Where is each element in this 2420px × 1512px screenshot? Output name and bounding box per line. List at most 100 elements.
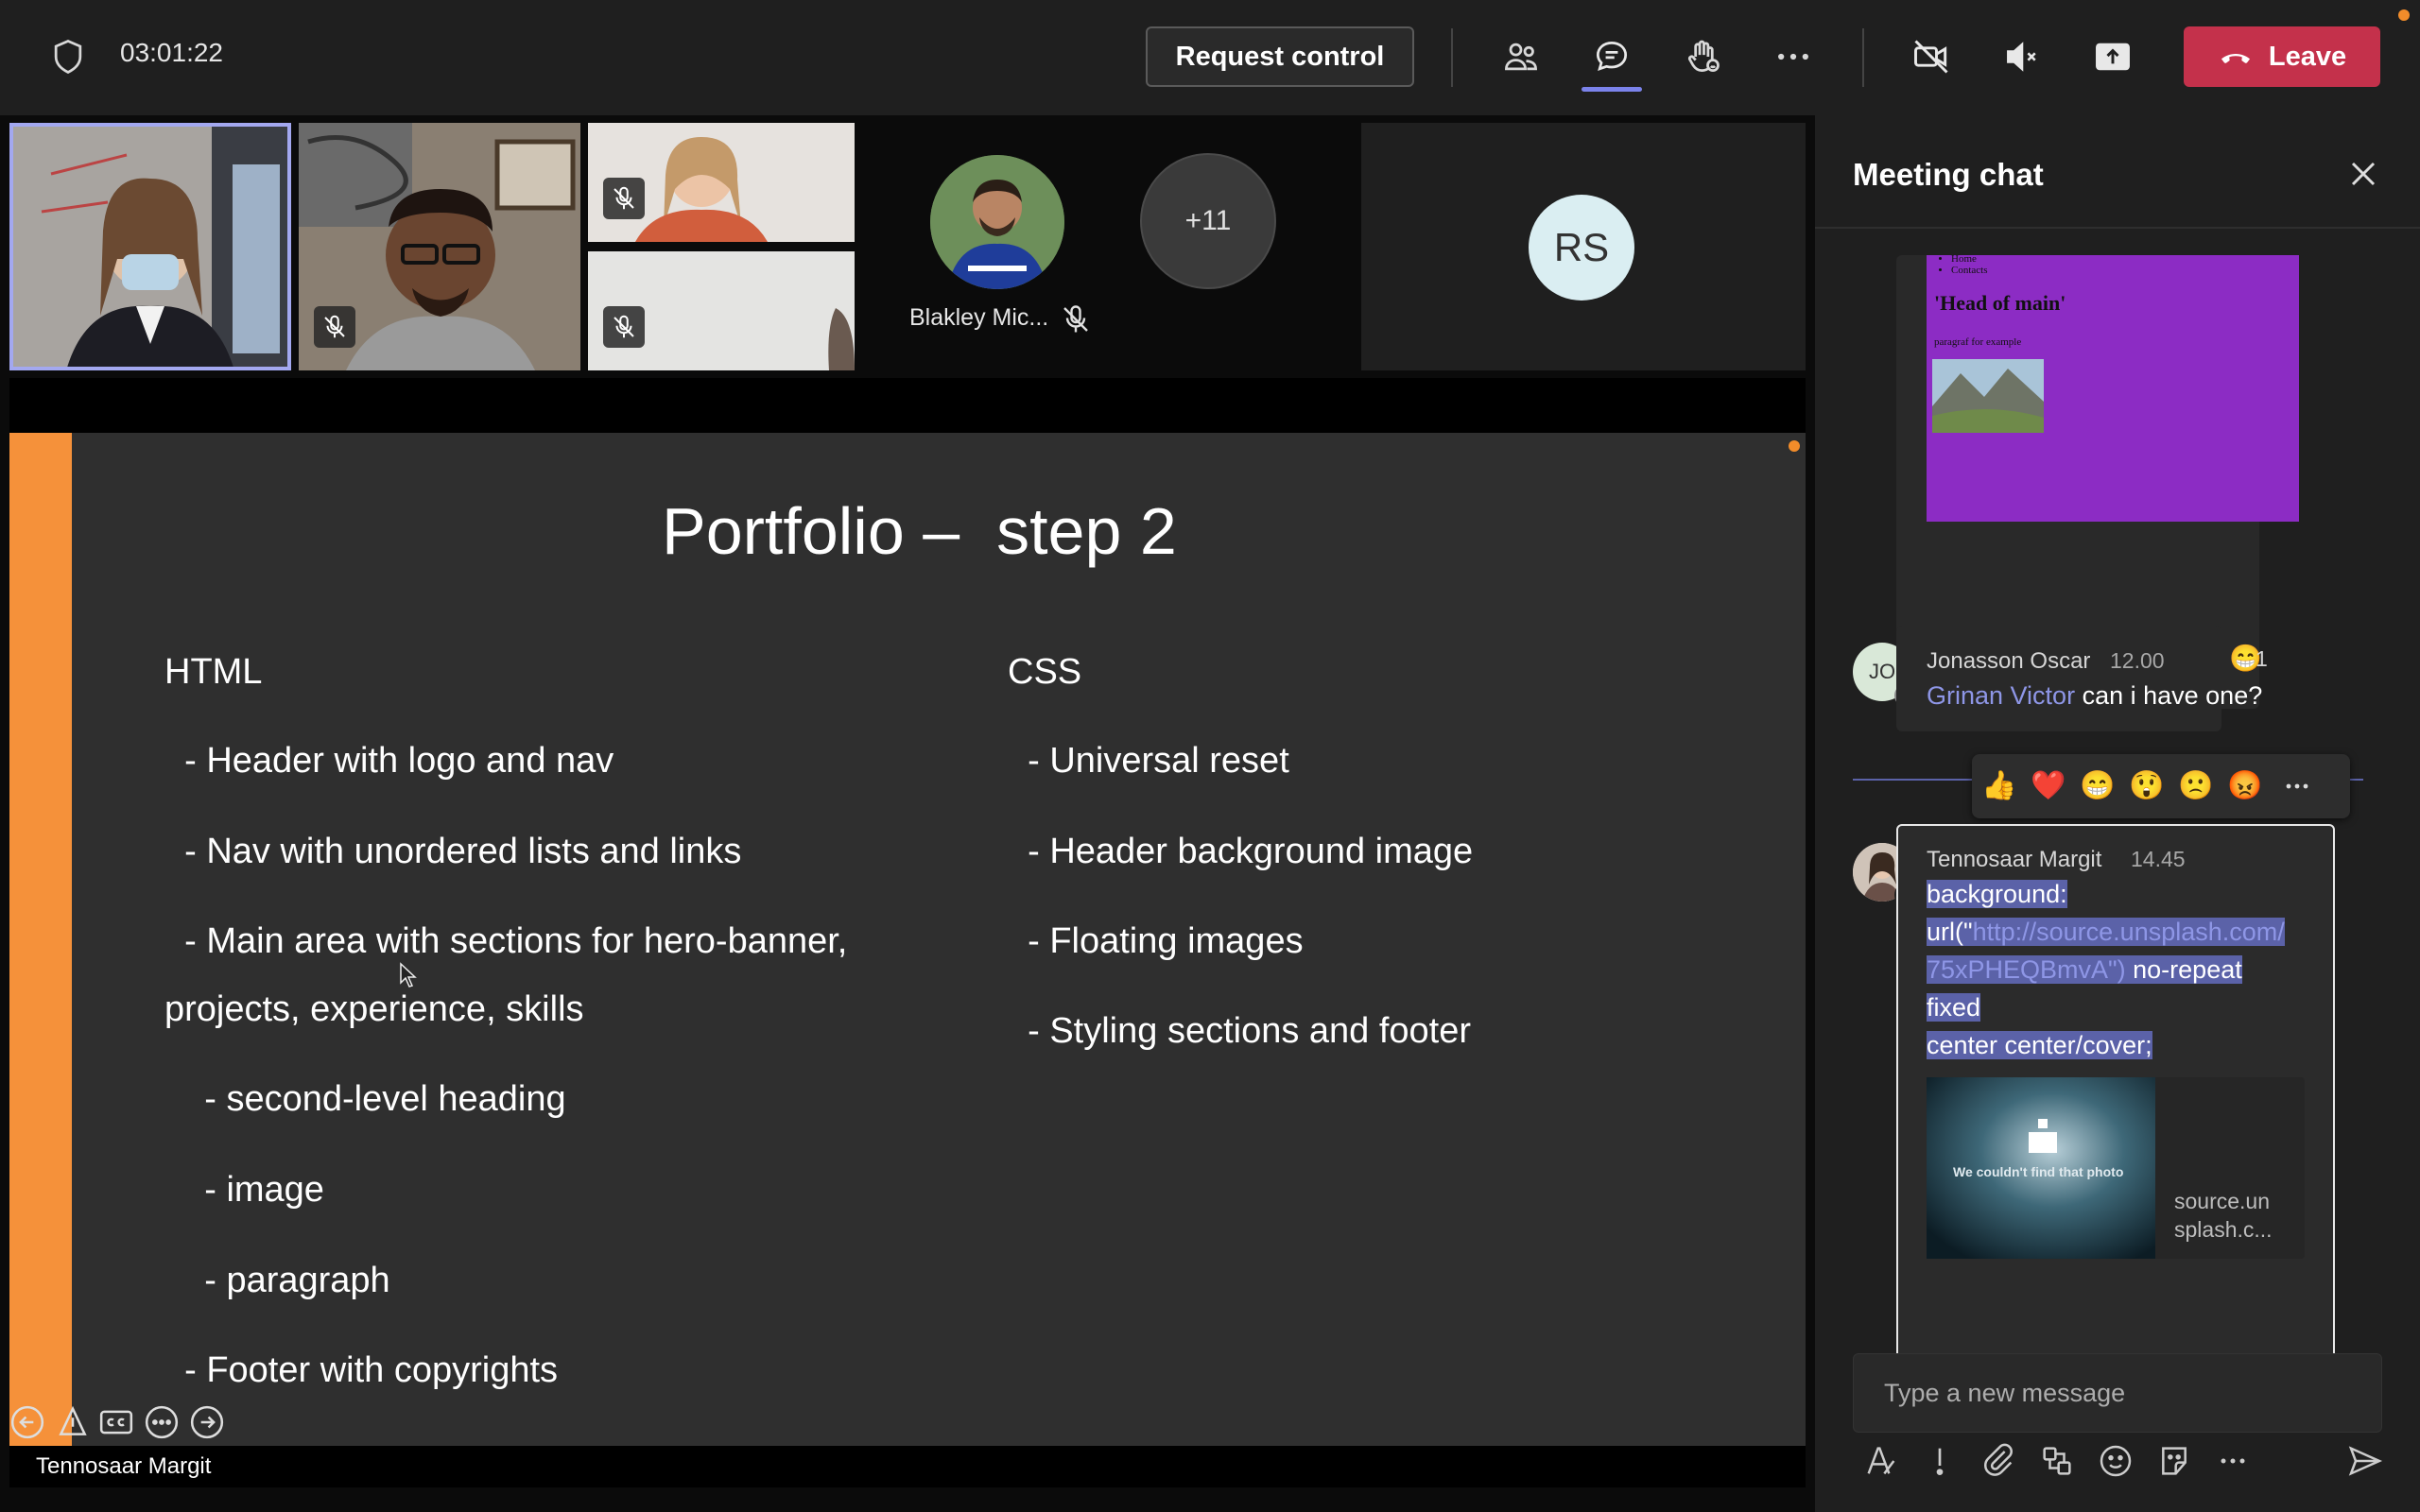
laser-pointer-icon[interactable]	[55, 1404, 91, 1440]
slide-more-icon[interactable]	[144, 1404, 180, 1440]
html-item: - Footer with copyrights	[164, 1350, 559, 1390]
reaction-picker: 👍 ❤️ 😁 😲 🙁 😡	[1972, 754, 2350, 818]
css-heading: CSS	[1008, 652, 1082, 692]
important-icon[interactable]	[1921, 1442, 1962, 1484]
message-text: can i have one?	[2075, 681, 2263, 710]
notification-dot	[2398, 9, 2410, 21]
close-icon[interactable]	[2342, 153, 2384, 195]
phone-hangup-icon	[2221, 54, 2250, 63]
loop-component-icon[interactable]	[2038, 1442, 2080, 1484]
attach-icon[interactable]	[1979, 1442, 2021, 1484]
sad-reaction-icon[interactable]: 🙁	[2178, 769, 2214, 802]
css-item: - Header background image	[1008, 832, 1474, 871]
emoji-icon[interactable]	[2097, 1442, 2138, 1484]
url-link[interactable]: http://source.unsplash.com/	[1973, 918, 2285, 946]
sticker-icon[interactable]	[2155, 1442, 2197, 1484]
more-participants-button[interactable]: +11	[1140, 153, 1276, 289]
participant-video-tile[interactable]	[588, 251, 855, 370]
link-domain: source.un splash.c...	[2174, 1187, 2273, 1244]
participant-video	[13, 127, 287, 367]
participant-avatar-rs: RS	[1529, 195, 1634, 301]
more-reactions-icon[interactable]	[2280, 769, 2316, 803]
message-time: 12.00	[2110, 648, 2165, 673]
message-text: center center/cover;	[1927, 1031, 2152, 1059]
chat-active-indicator	[1582, 87, 1642, 92]
preview-paragraph: paragraf for example	[1934, 336, 2022, 348]
message-author: Jonasson Oscar	[1927, 648, 2091, 674]
format-icon[interactable]	[1862, 1442, 1904, 1484]
preview-nav-item: Home	[1951, 253, 1988, 265]
presenter-name: Tennosaar Margit	[36, 1453, 212, 1479]
html-item: - Nav with unordered lists and links	[164, 832, 742, 871]
message-text: fixed	[1927, 993, 1981, 1022]
stage-letterbox	[9, 378, 1806, 433]
slide-accent-bar	[9, 433, 72, 1446]
css-item: - Styling sections and footer	[1008, 1011, 1472, 1051]
more-options-icon[interactable]	[2214, 1442, 2256, 1484]
message-time: 14.45	[2131, 847, 2186, 871]
next-slide-icon[interactable]	[189, 1404, 225, 1440]
message-body: Grinan Victor can i have one?	[1927, 677, 2262, 714]
shared-slide: Portfolio – step 2 HTML - Header with lo…	[9, 433, 1806, 1446]
reaction-count: 1	[2256, 646, 2268, 671]
camera-off-icon[interactable]	[1907, 32, 1956, 81]
link-domain-text: source.un	[2174, 1189, 2271, 1213]
participant-video-tile[interactable]	[299, 123, 580, 370]
heart-reaction-icon[interactable]: ❤️	[2031, 769, 2066, 802]
meeting-toolbar: 03:01:22 Request control Leave	[0, 0, 2420, 115]
message-author: Tennosaar Margit	[1927, 847, 2102, 872]
leave-button[interactable]: Leave	[2184, 26, 2380, 87]
meeting-chat-panel: Meeting chat Home Contacts 'Head of main…	[1815, 115, 2420, 1512]
mic-off-icon	[1059, 302, 1093, 336]
css-item: - Floating images	[1008, 921, 1304, 961]
html-item: - image	[164, 1170, 324, 1210]
slide-title: Portfolio – step 2	[662, 494, 1177, 568]
request-control-button[interactable]: Request control	[1146, 26, 1414, 87]
webpage-preview-image: Home Contacts 'Head of main' paragraf fo…	[1927, 253, 2299, 522]
preview-landscape-image	[1932, 359, 2044, 433]
share-screen-icon[interactable]	[2088, 32, 2137, 81]
html-heading: HTML	[164, 652, 263, 692]
link-preview-image: We couldn't find that photo	[1927, 1077, 2155, 1259]
participants-icon[interactable]	[1496, 32, 1546, 81]
speaker-muted-icon[interactable]	[1997, 32, 2047, 81]
chat-icon[interactable]	[1587, 32, 1636, 81]
link-domain-text: splash.c...	[2174, 1217, 2273, 1242]
send-icon[interactable]	[2346, 1442, 2388, 1484]
surprised-reaction-icon[interactable]: 😲	[2129, 769, 2165, 802]
toolbar-divider	[1451, 28, 1453, 87]
message-input[interactable]	[1882, 1371, 2359, 1415]
captions-icon[interactable]	[98, 1404, 134, 1440]
chat-divider	[1815, 227, 2420, 229]
participant-video-tile[interactable]	[9, 123, 291, 370]
more-options-icon[interactable]	[1769, 32, 1818, 81]
message-body: background: url("http://source.unsplash.…	[1927, 875, 2324, 1064]
angry-reaction-icon[interactable]: 😡	[2227, 769, 2263, 802]
url-link[interactable]: 75xPHEQBmvA")	[1927, 955, 2126, 984]
participant-video-tile[interactable]	[588, 123, 855, 242]
preview-nav-item: Contacts	[1951, 265, 1988, 276]
mic-off-icon	[603, 306, 645, 348]
like-reaction-icon[interactable]: 👍	[1981, 769, 2017, 802]
preview-heading: 'Head of main'	[1934, 291, 2066, 315]
html-item: - Header with logo and nav	[164, 741, 614, 781]
raise-hand-icon[interactable]	[1678, 32, 1727, 81]
mic-off-icon	[603, 178, 645, 219]
previous-slide-icon[interactable]	[9, 1404, 45, 1440]
compose-box	[1853, 1353, 2382, 1433]
recording-dot	[1789, 440, 1800, 452]
meeting-timer: 03:01:22	[120, 38, 223, 67]
laugh-reaction-icon[interactable]: 😁	[2080, 769, 2116, 802]
html-item: - second-level heading	[164, 1079, 566, 1119]
mention-link[interactable]: Grinan Victor	[1927, 681, 2075, 710]
css-item: - Universal reset	[1008, 741, 1289, 781]
leave-label: Leave	[2268, 41, 2347, 72]
mic-off-icon	[314, 306, 355, 348]
link-preview-card[interactable]: We couldn't find that photo source.un sp…	[1927, 1077, 2305, 1259]
preview-nav-list: Home Contacts	[1927, 253, 1988, 276]
chat-title: Meeting chat	[1853, 157, 2044, 192]
link-preview-caption: We couldn't find that photo	[1953, 1164, 2124, 1179]
html-item: projects, experience, skills	[164, 989, 584, 1029]
participant-avatar-blakley[interactable]	[930, 155, 1064, 289]
message-text: url("	[1927, 918, 1973, 946]
